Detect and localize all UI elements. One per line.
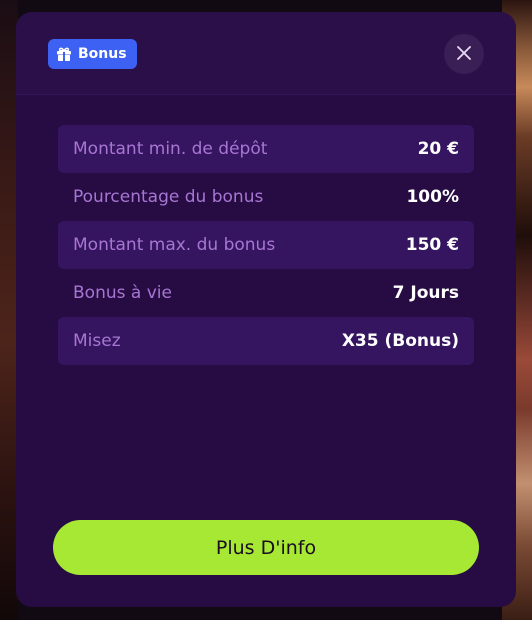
detail-label: Bonus à vie <box>73 283 172 303</box>
close-button[interactable] <box>444 34 484 74</box>
detail-row-min-deposit: Montant min. de dépôt 20 € <box>58 125 474 173</box>
detail-value: X35 (Bonus) <box>341 331 459 351</box>
detail-value: 7 Jours <box>392 283 459 303</box>
detail-value: 100% <box>406 187 459 207</box>
bonus-details-list: Montant min. de dépôt 20 € Pourcentage d… <box>58 125 474 365</box>
detail-label: Pourcentage du bonus <box>73 187 264 207</box>
close-icon <box>457 45 471 64</box>
detail-value: 150 € <box>405 235 459 255</box>
bonus-badge: Bonus <box>48 39 137 69</box>
detail-label: Montant max. du bonus <box>73 235 276 255</box>
gift-icon <box>56 46 72 62</box>
modal-header: Bonus <box>16 12 516 95</box>
detail-row-max-bonus: Montant max. du bonus 150 € <box>58 221 474 269</box>
detail-row-wagering: Misez X35 (Bonus) <box>58 317 474 365</box>
more-info-button[interactable]: Plus D'info <box>53 520 479 575</box>
bonus-modal: Bonus Montant min. de dépôt 20 € Pourcen… <box>16 12 516 607</box>
bonus-badge-label: Bonus <box>78 46 127 62</box>
detail-value: 20 € <box>417 139 459 159</box>
detail-label: Misez <box>73 331 121 351</box>
detail-row-bonus-lifetime: Bonus à vie 7 Jours <box>58 269 474 317</box>
detail-row-bonus-percentage: Pourcentage du bonus 100% <box>58 173 474 221</box>
detail-label: Montant min. de dépôt <box>73 139 268 159</box>
